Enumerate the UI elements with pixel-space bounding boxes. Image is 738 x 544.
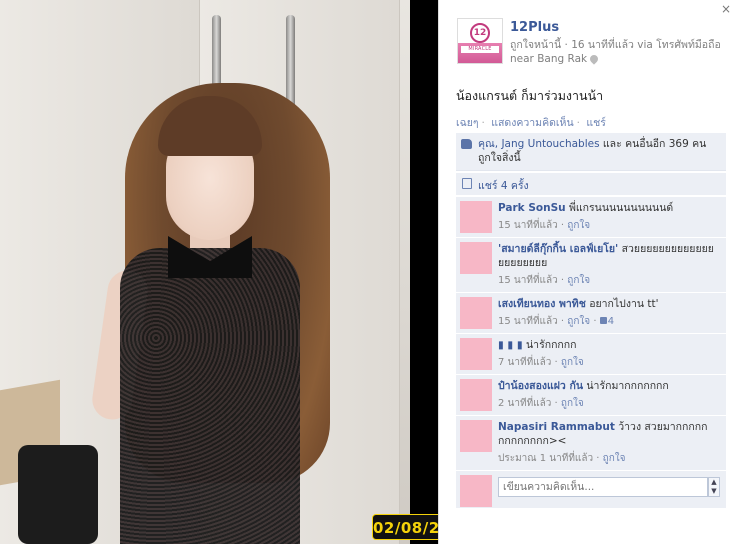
- share-link[interactable]: แชร์: [586, 117, 606, 129]
- comment-composer: ▲ ▼: [456, 470, 726, 508]
- logo-mark: 12: [470, 23, 490, 43]
- comment-author[interactable]: ป๋าน้องสองแฝว กัน: [498, 380, 583, 392]
- comment-like-link[interactable]: ถูกใจ: [603, 453, 626, 464]
- comments-list: Park SonSu พี่แกรนนนนนนนนนนด์ 15 นาทีที่…: [456, 196, 726, 508]
- comment-like-link[interactable]: ถูกใจ: [567, 275, 590, 286]
- comment-text: อยากไปงาน tt': [589, 298, 659, 310]
- comment-time[interactable]: 7 นาทีที่แล้ว: [498, 357, 551, 368]
- post-side-panel: × 12 MIRACLE 12Plus ถูกใจหน้านี้ · 16 นา…: [438, 0, 738, 544]
- close-icon[interactable]: ×: [720, 3, 732, 15]
- post-meta: ถูกใจหน้านี้ · 16 นาทีที่แล้ว via โทรศัพ…: [510, 39, 721, 65]
- comment-time[interactable]: 2 นาทีที่แล้ว: [498, 398, 551, 409]
- comment-author[interactable]: ▮ ▮ ▮: [498, 339, 523, 351]
- comment-like-link[interactable]: ถูกใจ: [561, 357, 584, 368]
- comment-text: พี่แกรนนนนนนนนนนด์: [568, 202, 674, 214]
- post-caption: น้องแกรนต์ ก็มาร่วมงานน้า: [456, 88, 604, 103]
- page-avatar[interactable]: 12 MIRACLE: [457, 18, 503, 64]
- comment-like-link[interactable]: ถูกใจ: [567, 316, 590, 327]
- comment-time[interactable]: 15 นาทีที่แล้ว: [498, 316, 558, 327]
- comment-like-link[interactable]: ถูกใจ: [561, 398, 584, 409]
- input-scroll-buttons[interactable]: ▲ ▼: [708, 477, 720, 497]
- comment-item: Napasiri Rammabut ว้าวง สวยมากกกกก กกกกก…: [456, 415, 726, 470]
- comment-author[interactable]: เสงเทียนทอง พาทิช: [498, 298, 586, 310]
- likers-link[interactable]: คุณ, Jang Untouchables: [478, 138, 600, 150]
- avatar[interactable]: [460, 338, 492, 370]
- black-bag: [18, 445, 98, 544]
- scroll-down-icon[interactable]: ▼: [709, 487, 719, 496]
- comment-time[interactable]: 15 นาทีที่แล้ว: [498, 275, 558, 286]
- comment-link[interactable]: แสดงความคิดเห็น: [491, 117, 573, 129]
- location-pin-icon: [588, 53, 600, 65]
- post-photo[interactable]: [0, 0, 410, 544]
- shares-link[interactable]: แชร์ 4 ครั้ง: [478, 180, 529, 192]
- comment-like-link[interactable]: ถูกใจ: [567, 220, 590, 231]
- lace-dress: [120, 248, 300, 544]
- post-actions: เฉยๆ · แสดงความคิดเห็น · แชร์: [456, 117, 606, 129]
- comment-author[interactable]: Park SonSu: [498, 202, 566, 214]
- logo-subtext: MIRACLE: [461, 46, 499, 53]
- shares-summary: แชร์ 4 ครั้ง: [456, 173, 726, 195]
- comment-item: Park SonSu พี่แกรนนนนนนนนนนด์ 15 นาทีที่…: [456, 196, 726, 237]
- comment-time[interactable]: 15 นาทีที่แล้ว: [498, 220, 558, 231]
- avatar[interactable]: [460, 297, 492, 329]
- post-time[interactable]: 16 นาทีที่แล้ว via โทรศัพท์มือถือ: [571, 39, 721, 51]
- page-name-link[interactable]: 12Plus: [510, 20, 559, 35]
- share-icon: [462, 178, 472, 189]
- comment-time[interactable]: ประมาณ 1 นาทีที่แล้ว: [498, 453, 593, 464]
- comment-item: 'สมายด์ลีกุ๊กกิ้น เอลฟ์เยโย' สวยยยยยยยยย…: [456, 237, 726, 292]
- comment-text: น่ารักมากกกกกกก: [586, 380, 669, 392]
- comment-item: ป๋าน้องสองแฝว กัน น่ารักมากกกกกกก 2 นาที…: [456, 374, 726, 415]
- avatar[interactable]: [460, 201, 492, 233]
- avatar: [460, 475, 492, 507]
- comment-text: น่ารักกกกก: [526, 339, 577, 351]
- post-location[interactable]: near Bang Rak: [510, 53, 587, 65]
- thumbs-up-icon: [461, 139, 472, 149]
- likes-summary: คุณ, Jang Untouchables และ คนอื่นอีก 369…: [456, 133, 726, 171]
- post-header: 12 MIRACLE 12Plus ถูกใจหน้านี้ · 16 นาที…: [457, 18, 726, 70]
- avatar[interactable]: [460, 420, 492, 452]
- comment-author[interactable]: 'สมายด์ลีกุ๊กกิ้น เอลฟ์เยโย': [498, 243, 618, 255]
- comment-author[interactable]: Napasiri Rammabut: [498, 421, 615, 433]
- comment-item: เสงเทียนทอง พาทิช อยากไปงาน tt' 15 นาทีท…: [456, 292, 726, 333]
- comment-input[interactable]: [498, 477, 708, 497]
- avatar[interactable]: [460, 379, 492, 411]
- like-page-link[interactable]: ถูกใจหน้านี้: [510, 39, 561, 51]
- scroll-up-icon[interactable]: ▲: [709, 478, 719, 487]
- avatar[interactable]: [460, 242, 492, 274]
- comment-like-count[interactable]: 4: [608, 316, 614, 327]
- unlike-link[interactable]: เฉยๆ: [456, 117, 479, 129]
- comment-item: ▮ ▮ ▮ น่ารักกกกก 7 นาทีที่แล้ว · ถูกใจ: [456, 333, 726, 374]
- thumbs-up-icon: [599, 317, 607, 324]
